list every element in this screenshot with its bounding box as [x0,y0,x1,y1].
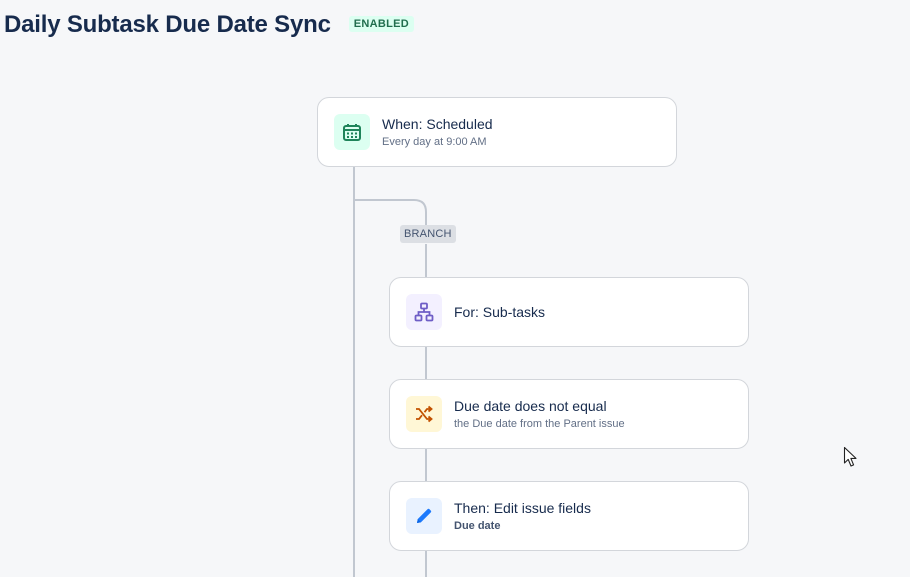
branch-for-card[interactable]: For: Sub-tasks [389,277,749,347]
condition-card[interactable]: Due date does not equal the Due date fro… [389,379,749,449]
pencil-icon [417,508,432,523]
mouse-cursor-icon [843,446,857,467]
action-icon-box [406,498,442,534]
branch-for-title: For: Sub-tasks [454,304,546,320]
action-title: Then: Edit issue fields [454,500,591,516]
shuffle-icon [416,405,433,423]
hierarchy-icon [414,302,434,322]
trigger-card[interactable]: When: Scheduled Every day at 9:00 AM [317,97,677,167]
action-card[interactable]: Then: Edit issue fields Due date [389,481,749,551]
branch-label: BRANCH [400,225,456,243]
trigger-icon-box [334,114,370,150]
branch-icon-box [406,294,442,330]
trigger-subtitle: Every day at 9:00 AM [382,136,487,148]
trigger-title: When: Scheduled [382,116,493,132]
action-subtitle: Due date [454,520,501,532]
condition-title: Due date does not equal [454,398,607,414]
condition-icon-box [406,396,442,432]
condition-subtitle: the Due date from the Parent issue [454,418,625,430]
calendar-icon [343,124,361,141]
